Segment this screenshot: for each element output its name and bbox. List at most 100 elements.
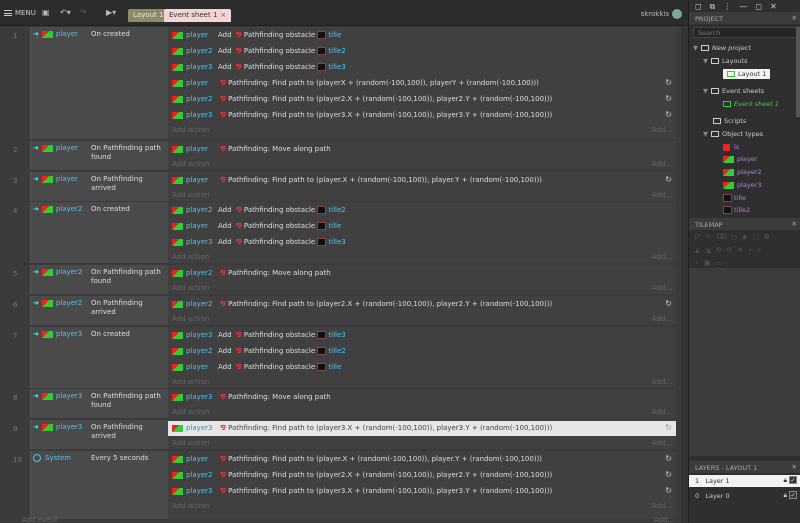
tilemap-tools-row-1[interactable]: ◸✎⌫◻◈⬚⧉: [695, 233, 774, 242]
action-row[interactable]: player ⅋ Pathfinding: Find path to (player…: [168, 452, 676, 467]
action-row[interactable]: player2 ⅋ Pathfinding: Move along path: [168, 266, 676, 281]
lock-icon[interactable]: 🔒︎: [784, 476, 787, 485]
action-row[interactable]: player2 Add ⅋ Pathfinding obstacle tille2: [168, 344, 676, 359]
event-row[interactable]: 9 ➔ player3 On Pathfinding arrived player3 ⅋ P…: [0, 420, 680, 449]
add-more-link[interactable]: Add...: [652, 378, 672, 386]
tilemap-tile-area[interactable]: [689, 268, 800, 456]
add-more-link[interactable]: Add...: [652, 160, 672, 168]
tree-layout-1[interactable]: Layout 1: [723, 69, 771, 79]
add-event-link[interactable]: Add event: [22, 516, 58, 523]
event-condition[interactable]: ➔ player On Pathfinding arrived: [30, 172, 168, 201]
event-row[interactable]: 2 ➔ player On Pathfinding path found player ⅋…: [0, 141, 680, 170]
tilemap-tools-row-3[interactable]: ⌕▣▭: [695, 259, 727, 268]
event-sheet-scrollbar[interactable]: [681, 27, 688, 523]
close-tilemap-icon[interactable]: ✕: [792, 220, 797, 228]
redo-icon[interactable]: ↷: [80, 8, 87, 17]
action-row[interactable]: player2 ⅋ Pathfinding: Find path to (playe…: [168, 468, 676, 483]
action-row[interactable]: player Add ⅋ Pathfinding obstacle tille: [168, 360, 676, 375]
action-row[interactable]: player Add ⅋ Pathfinding obstacle tille: [168, 219, 676, 234]
tilemap-tools-row-2[interactable]: ◭◮⟲⟳✕⌕⌕: [695, 246, 766, 255]
tree-object-types[interactable]: ▼ Object types: [703, 130, 763, 138]
tree-new-project[interactable]: ▼ New project: [693, 44, 751, 52]
visible-checkbox[interactable]: ✓: [789, 476, 797, 484]
menu-button[interactable]: MENU: [4, 9, 36, 17]
event-row[interactable]: 10 System Every 5 seconds player ⅋ Pathfindin…: [0, 451, 680, 519]
action-row[interactable]: player ⅋ Pathfinding: Find path to (player…: [168, 173, 676, 188]
add-action-link[interactable]: Add action: [172, 126, 209, 134]
tree-object-ls[interactable]: ls: [723, 143, 739, 151]
add-more-link[interactable]: Add...: [654, 516, 674, 523]
action-row[interactable]: player2 Add ⅋ Pathfinding obstacle tille2: [168, 203, 676, 218]
action-row[interactable]: player2 ⅋ Pathfinding: Find path to (playe…: [168, 297, 676, 312]
tree-object-player3[interactable]: player3: [723, 181, 762, 189]
add-more-link[interactable]: Add...: [652, 126, 672, 134]
add-action-link[interactable]: Add action: [172, 191, 209, 199]
event-row[interactable]: 3 ➔ player On Pathfinding arrived player ⅋ Pat…: [0, 172, 680, 201]
tree-event-sheet-1[interactable]: Event sheet 1: [723, 100, 779, 108]
event-condition[interactable]: ➔ player3 On created: [30, 327, 168, 388]
tree-object-tille[interactable]: tille: [723, 194, 746, 202]
close-project-icon[interactable]: ✕: [792, 14, 797, 22]
layer-item-1[interactable]: 1 Layer 1 🔒︎ ✓: [689, 475, 800, 487]
add-more-link[interactable]: Add...: [652, 502, 672, 510]
action-row[interactable]: player2 ⅋ Pathfinding: Find path to (playe…: [168, 92, 676, 107]
project-search-input[interactable]: Search: [693, 27, 797, 38]
add-more-link[interactable]: Add...: [652, 253, 672, 261]
event-row[interactable]: 5 ➔ player2 On Pathfinding path found player…: [0, 265, 680, 294]
tab-layout-1[interactable]: Layout 1: [128, 9, 169, 22]
tree-event-sheets[interactable]: ▼ Event sheets: [703, 87, 764, 95]
tab-event-sheet-1[interactable]: Event sheet 1 ×: [164, 9, 232, 22]
project-scrollbar[interactable]: [796, 27, 800, 117]
tree-scripts[interactable]: Scripts: [713, 117, 746, 125]
close-layers-icon[interactable]: ✕: [792, 463, 797, 471]
event-condition[interactable]: System Every 5 seconds: [30, 451, 168, 519]
tree-object-tille2[interactable]: tille2: [723, 206, 750, 214]
action-row[interactable]: player3 ⅋ Pathfinding: Find path to (playe…: [168, 484, 676, 499]
visible-checkbox[interactable]: ✓: [789, 491, 797, 499]
add-action-link[interactable]: Add action: [172, 284, 209, 292]
event-row[interactable]: 6 ➔ player2 On Pathfinding arrived player2 ⅋ P…: [0, 296, 680, 325]
add-action-link[interactable]: Add action: [172, 160, 209, 168]
tree-object-player2[interactable]: player2: [723, 168, 762, 176]
add-action-link[interactable]: Add action: [172, 315, 209, 323]
user-account[interactable]: skrokkis: [641, 9, 682, 19]
tree-object-player[interactable]: player: [723, 155, 757, 163]
action-row[interactable]: player2 Add ⅋ Pathfinding obstacle tille2: [168, 44, 676, 59]
preview-icon[interactable]: ▶▾: [106, 8, 116, 17]
add-action-link[interactable]: Add action: [172, 378, 209, 386]
add-more-link[interactable]: Add...: [652, 315, 672, 323]
save-icon[interactable]: ▣: [42, 8, 50, 17]
action-row[interactable]: player3 ⅋ Pathfinding: Find path to (playe…: [168, 421, 676, 436]
add-action-link[interactable]: Add action: [172, 408, 209, 416]
tree-layouts[interactable]: ▼ Layouts: [703, 57, 747, 65]
action-row[interactable]: player Add ⅋ Pathfinding obstacle tille: [168, 28, 676, 43]
layer-item-0[interactable]: 0 Layer 0 🔒︎ ✓: [689, 490, 800, 502]
action-row[interactable]: player ⅋ Pathfinding: Find path to (player…: [168, 76, 676, 91]
add-action-link[interactable]: Add action: [172, 502, 209, 510]
event-row[interactable]: 1 ➔ player On created player Add ⅋ Pathfinding…: [0, 27, 680, 139]
action-row[interactable]: player3 Add ⅋ Pathfinding obstacle tille3: [168, 235, 676, 250]
add-more-link[interactable]: Add...: [652, 408, 672, 416]
event-condition[interactable]: ➔ player2 On Pathfinding arrived: [30, 296, 168, 325]
add-more-link[interactable]: Add...: [652, 439, 672, 447]
event-condition[interactable]: ➔ player3 On Pathfinding arrived: [30, 420, 168, 449]
action-row[interactable]: player3 Add ⅋ Pathfinding obstacle tille3: [168, 328, 676, 343]
event-condition[interactable]: ➔ player2 On Pathfinding path found: [30, 265, 168, 294]
add-action-link[interactable]: Add action: [172, 253, 209, 261]
action-row[interactable]: player3 ⅋ Pathfinding: Find path to (playe…: [168, 108, 676, 123]
add-action-link[interactable]: Add action: [172, 439, 209, 447]
undo-icon[interactable]: ↶▾: [60, 8, 71, 17]
event-row[interactable]: 8 ➔ player3 On Pathfinding path found player…: [0, 389, 680, 418]
action-row[interactable]: player3 ⅋ Pathfinding: Move along path: [168, 390, 676, 405]
lock-icon[interactable]: 🔒︎: [784, 491, 787, 500]
event-condition[interactable]: ➔ player2 On created: [30, 202, 168, 263]
action-row[interactable]: player ⅋ Pathfinding: Move along path: [168, 142, 676, 157]
event-row[interactable]: 7 ➔ player3 On created player3 Add ⅋ Pathfindi…: [0, 327, 680, 388]
event-condition[interactable]: ➔ player On created: [30, 27, 168, 139]
action-row[interactable]: player3 Add ⅋ Pathfinding obstacle tille3: [168, 60, 676, 75]
add-more-link[interactable]: Add...: [652, 191, 672, 199]
event-condition[interactable]: ➔ player On Pathfinding path found: [30, 141, 168, 170]
add-more-link[interactable]: Add...: [652, 284, 672, 292]
event-row[interactable]: 4 ➔ player2 On created player2 Add ⅋ Pathfindi…: [0, 202, 680, 263]
close-tab-icon[interactable]: ×: [220, 11, 226, 19]
